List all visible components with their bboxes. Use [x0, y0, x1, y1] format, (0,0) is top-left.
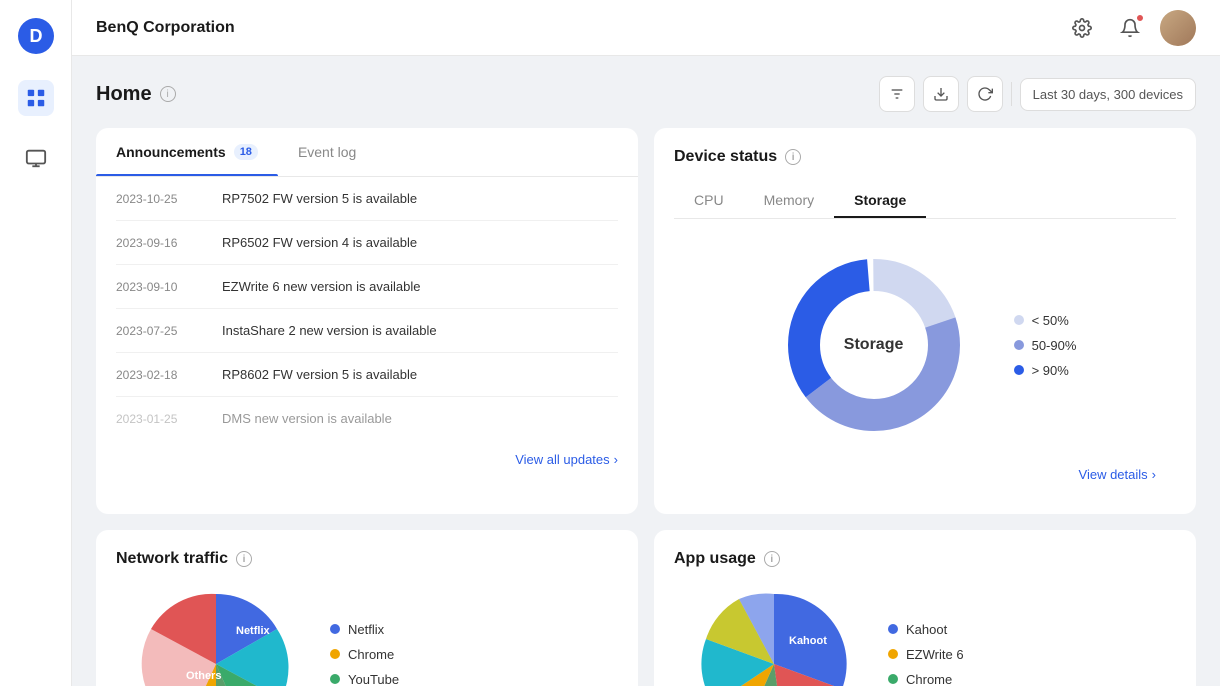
app-legend: Kahoot EZWrite 6 Chrome — [888, 622, 964, 686]
storage-chart-area: Storage < 50% 50-90% > 90% — [674, 235, 1176, 455]
svg-text:Others: Others — [186, 670, 221, 682]
legend-dot-app-chrome — [888, 674, 898, 684]
tab-event-log[interactable]: Event log — [278, 128, 376, 176]
tab-storage[interactable]: Storage — [834, 182, 926, 218]
announcements-footer: View all updates › — [96, 440, 638, 479]
ann-date: 2023-09-16 — [116, 236, 206, 250]
legend-dot-low — [1014, 315, 1024, 325]
announcement-list: 2023-10-25 RP7502 FW version 5 is availa… — [96, 177, 638, 440]
legend-kahoot: Kahoot — [888, 622, 964, 637]
sidebar-item-grid[interactable] — [18, 80, 54, 116]
list-item: 2023-01-25 DMS new version is available — [116, 397, 618, 440]
legend-item-low: < 50% — [1014, 313, 1077, 328]
download-button[interactable] — [923, 76, 959, 112]
announcements-tabs: Announcements 18 Event log — [96, 128, 638, 177]
svg-text:D: D — [29, 26, 42, 46]
svg-text:Netflix: Netflix — [236, 625, 271, 637]
legend-chrome: Chrome — [330, 647, 399, 662]
app-usage-info-icon[interactable]: i — [764, 551, 780, 567]
legend-item-high: > 90% — [1014, 363, 1077, 378]
ann-text: DMS new version is available — [222, 411, 392, 426]
legend-netflix: Netflix — [330, 622, 399, 637]
view-all-updates-button[interactable]: View all updates › — [515, 452, 618, 467]
page-header-actions: Last 30 days, 300 devices — [879, 76, 1196, 112]
avatar-image — [1160, 10, 1196, 46]
page-content: Home i Last 30 days, 300 devices — [72, 56, 1220, 686]
dashboard-grid: Announcements 18 Event log 2023-10-25 RP… — [96, 128, 1196, 686]
legend-dot-chrome — [330, 649, 340, 659]
topbar-actions — [1064, 10, 1196, 46]
legend-item-mid: 50-90% — [1014, 338, 1077, 353]
legend-dot-kahoot — [888, 624, 898, 634]
page-header: Home i Last 30 days, 300 devices — [96, 76, 1196, 112]
ann-text: RP6502 FW version 4 is available — [222, 235, 417, 250]
device-status-tabs: CPU Memory Storage — [674, 182, 1176, 219]
legend-dot-netflix — [330, 624, 340, 634]
page-title-info-icon[interactable]: i — [160, 86, 176, 102]
page-title: Home — [96, 83, 152, 106]
ann-date: 2023-01-25 — [116, 412, 206, 426]
list-item: 2023-10-25 RP7502 FW version 5 is availa… — [116, 177, 618, 221]
legend-app-chrome: Chrome — [888, 672, 964, 686]
header-divider — [1011, 82, 1012, 106]
svg-text:Kahoot: Kahoot — [789, 635, 827, 647]
filter-label: Last 30 days, 300 devices — [1020, 78, 1196, 111]
list-item: 2023-07-25 InstaShare 2 new version is a… — [116, 309, 618, 353]
list-item: 2023-02-18 RP8602 FW version 5 is availa… — [116, 353, 618, 397]
ann-date: 2023-02-18 — [116, 368, 206, 382]
tab-announcements[interactable]: Announcements 18 — [96, 128, 278, 176]
topbar-company: BenQ Corporation — [96, 19, 1064, 37]
ann-text: RP7502 FW version 5 is available — [222, 191, 417, 206]
announcements-badge: 18 — [234, 144, 258, 160]
list-item: 2023-09-16 RP6502 FW version 4 is availa… — [116, 221, 618, 265]
legend-dot-high — [1014, 365, 1024, 375]
refresh-button[interactable] — [967, 76, 1003, 112]
ann-date: 2023-10-25 — [116, 192, 206, 206]
list-item: 2023-09-10 EZWrite 6 new version is avai… — [116, 265, 618, 309]
ann-date: 2023-09-10 — [116, 280, 206, 294]
device-status-footer: View details › — [674, 455, 1176, 494]
network-traffic-info-icon[interactable]: i — [236, 551, 252, 567]
sidebar-item-monitor[interactable] — [18, 140, 54, 176]
network-chart-area: Others Netflix Netflix Chrome — [116, 584, 618, 686]
legend-dot-youtube — [330, 674, 340, 684]
tab-memory[interactable]: Memory — [744, 182, 835, 218]
network-pie-chart: Others Netflix — [106, 584, 306, 686]
network-traffic-card: Network traffic i — [96, 530, 638, 686]
view-details-button[interactable]: View details › — [1079, 467, 1156, 482]
device-status-card: Device status i CPU Memory Storage — [654, 128, 1196, 514]
legend-youtube: YouTube — [330, 672, 399, 686]
legend-dot-ezwrite — [888, 649, 898, 659]
ann-date: 2023-07-25 — [116, 324, 206, 338]
settings-button[interactable] — [1064, 10, 1100, 46]
storage-legend: < 50% 50-90% > 90% — [1014, 313, 1077, 378]
sidebar: D — [0, 0, 72, 686]
app-usage-card: App usage i — [654, 530, 1196, 686]
ann-text: RP8602 FW version 5 is available — [222, 367, 417, 382]
app-usage-pie-chart: Kahoot Chrome — [664, 584, 864, 686]
app-chart-area: Kahoot Chrome Kahoot EZWrite 6 — [674, 584, 1176, 686]
donut-center-label: Storage — [844, 336, 904, 354]
filter-button[interactable] — [879, 76, 915, 112]
tab-cpu[interactable]: CPU — [674, 182, 744, 218]
main-content: BenQ Corporation Home i — [72, 0, 1220, 686]
notifications-button[interactable] — [1112, 10, 1148, 46]
legend-ezwrite: EZWrite 6 — [888, 647, 964, 662]
network-legend: Netflix Chrome YouTube — [330, 622, 399, 686]
ann-text: EZWrite 6 new version is available — [222, 279, 420, 294]
app-usage-title: App usage i — [674, 550, 1176, 568]
legend-dot-mid — [1014, 340, 1024, 350]
topbar: BenQ Corporation — [72, 0, 1220, 56]
device-status-info-icon[interactable]: i — [785, 149, 801, 165]
logo[interactable]: D — [16, 16, 56, 56]
network-traffic-title: Network traffic i — [116, 550, 618, 568]
device-status-title: Device status i — [674, 148, 1176, 166]
ann-text: InstaShare 2 new version is available — [222, 323, 437, 338]
announcements-card: Announcements 18 Event log 2023-10-25 RP… — [96, 128, 638, 514]
storage-donut-chart: Storage — [774, 245, 974, 445]
avatar[interactable] — [1160, 10, 1196, 46]
